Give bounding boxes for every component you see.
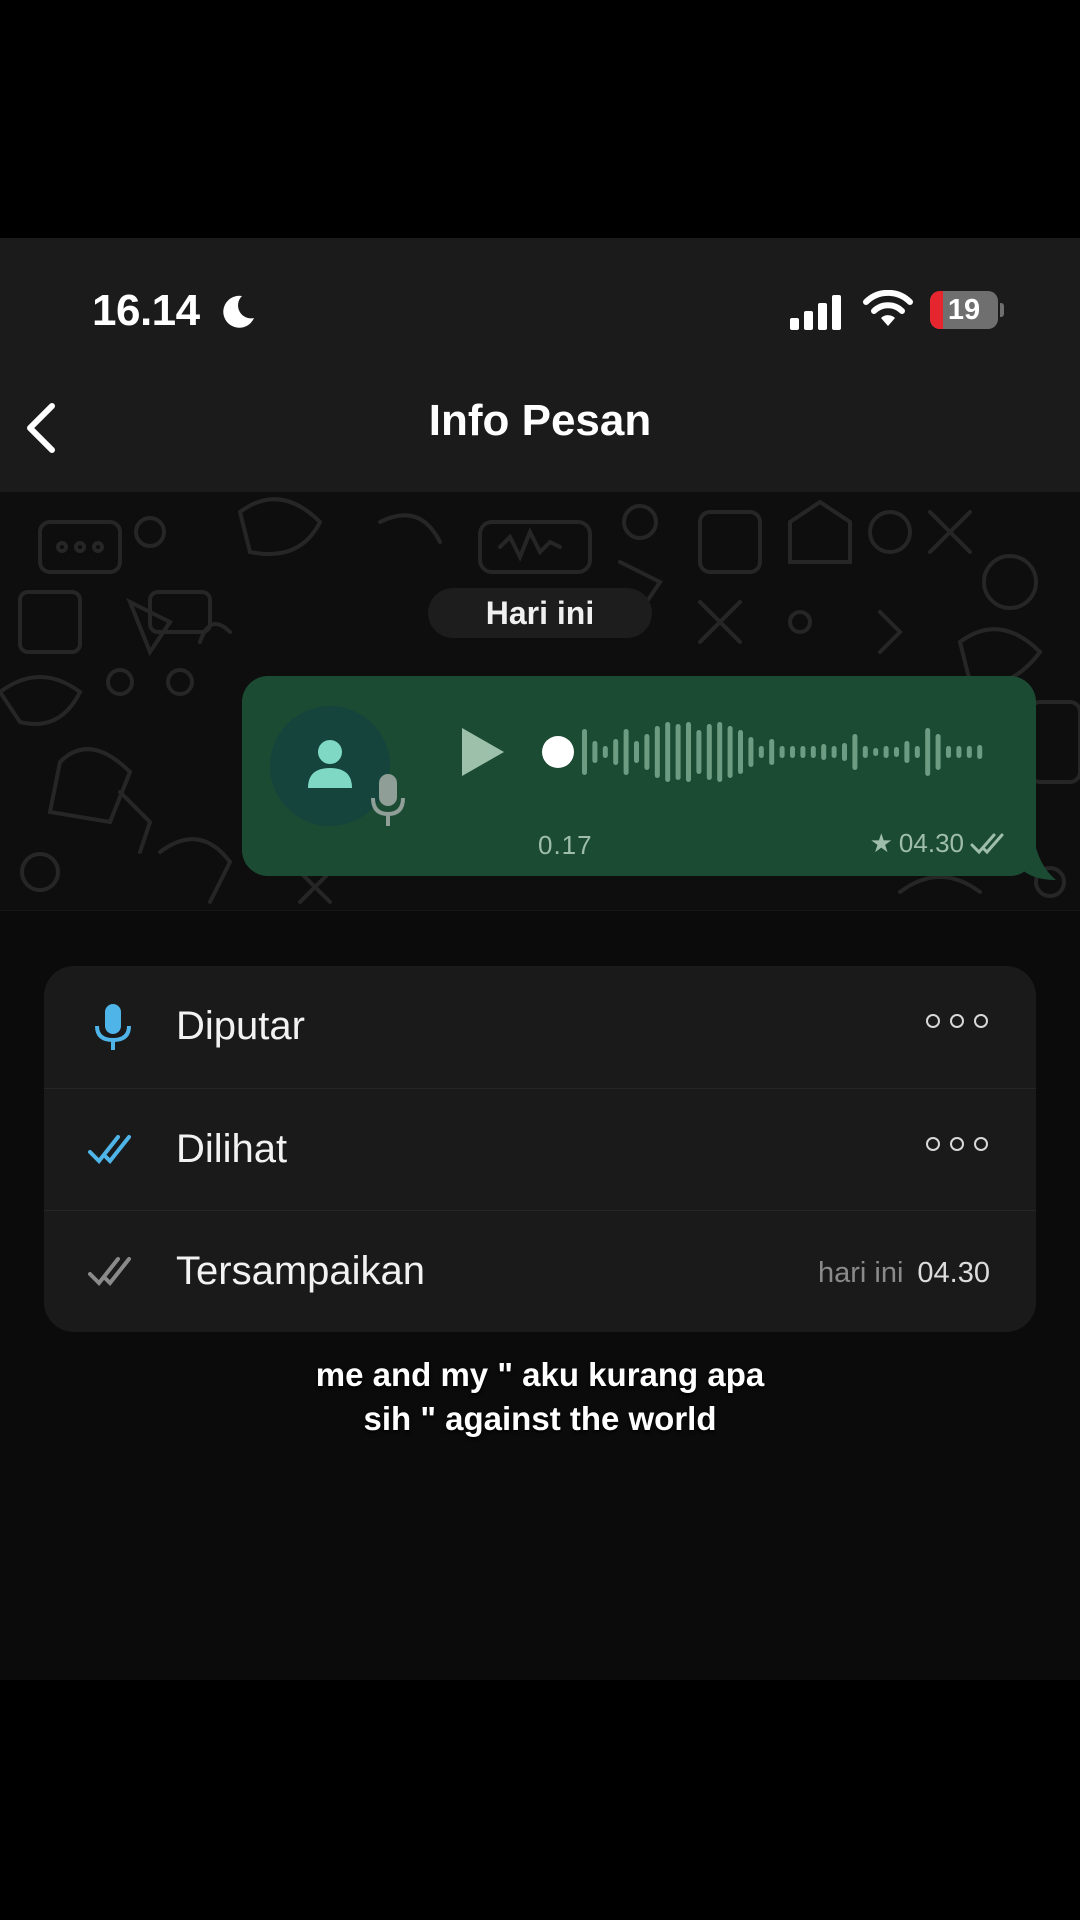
- video-caption: me and my " aku kurang apa sih " against…: [0, 1353, 1080, 1441]
- waveform-bar: [592, 741, 598, 763]
- waveform-bar: [623, 729, 629, 775]
- message-time: 04.30: [898, 828, 964, 858]
- info-row-label: Tersampaikan: [176, 1249, 426, 1293]
- info-row-label: Diputar: [176, 1004, 305, 1048]
- waveform-bar: [842, 743, 847, 761]
- waveform-bar: [821, 744, 827, 760]
- moon-icon: [223, 295, 254, 328]
- waveform-bar: [925, 728, 931, 776]
- delivered-timestamp: hari ini 04.30: [818, 1257, 990, 1290]
- battery-percent: 19: [947, 294, 981, 326]
- waveform-bar: [779, 746, 785, 758]
- waveform-bar: [675, 724, 681, 780]
- battery-icon: 19: [930, 291, 1004, 329]
- waveform-bar: [790, 746, 795, 758]
- caption-line-1: me and my " aku kurang apa: [315, 1356, 765, 1393]
- waveform-bar: [904, 741, 910, 763]
- pending-dots: [926, 1014, 988, 1028]
- waveform-bar: [582, 729, 587, 775]
- waveform-playhead: [542, 736, 574, 768]
- waveform-bar: [883, 746, 889, 758]
- date-chip: Hari ini: [428, 588, 652, 638]
- nav-bar: Info Pesan: [0, 358, 1080, 492]
- mic-icon: [95, 1004, 131, 1050]
- info-row-played[interactable]: Diputar: [44, 966, 1036, 1088]
- avatar-person-icon: [308, 740, 352, 788]
- waveform-bar: [966, 746, 972, 758]
- signal-bars-icon: [790, 295, 841, 330]
- waveform-bar: [748, 737, 754, 767]
- double-check-icon: [970, 833, 1004, 854]
- status-time: 16.14: [92, 286, 200, 335]
- message-info-card: Diputar Dilihat Tersampaikan hari ini 04.…: [44, 966, 1036, 1332]
- waveform-bar: [706, 724, 712, 780]
- voice-duration: 0.17: [538, 830, 593, 860]
- waveform[interactable]: [542, 716, 1002, 788]
- voice-message-bubble[interactable]: 0.17 ★ 04.30: [242, 676, 1036, 876]
- info-row-seen[interactable]: Dilihat: [44, 1088, 1036, 1211]
- wifi-icon: [863, 290, 913, 326]
- waveform-bar: [717, 722, 723, 782]
- message-meta: ★ 04.30: [870, 828, 1010, 859]
- info-row-label: Dilihat: [176, 1127, 288, 1171]
- info-row-delivered[interactable]: Tersampaikan hari ini 04.30: [44, 1210, 1036, 1332]
- waveform-bar: [810, 746, 816, 758]
- status-bar: 16.14 19: [0, 238, 1080, 358]
- star-icon: ★: [869, 828, 893, 858]
- waveform-bar: [831, 746, 837, 758]
- mic-icon: [371, 774, 405, 826]
- waveform-bar: [956, 746, 962, 758]
- waveform-bar: [800, 746, 806, 758]
- waveform-bar: [894, 747, 899, 757]
- delivered-time: 04.30: [917, 1257, 990, 1289]
- waveform-bar: [696, 730, 702, 774]
- play-icon[interactable]: [458, 726, 508, 778]
- waveform-bar: [977, 745, 983, 759]
- waveform-bar: [946, 746, 951, 758]
- waveform-bar: [665, 722, 671, 782]
- waveform-bar: [738, 730, 743, 774]
- waveform-bar: [602, 746, 608, 758]
- pending-dots: [926, 1137, 988, 1151]
- waveform-bar: [686, 722, 691, 782]
- waveform-bar: [654, 726, 660, 778]
- caption-line-2: sih " against the world: [363, 1400, 717, 1437]
- waveform-bar: [852, 734, 858, 770]
- chat-preview: Hari ini 0.17 ★ 04.30: [0, 492, 1080, 911]
- waveform-bar: [769, 739, 775, 765]
- waveform-bar: [644, 734, 650, 770]
- waveform-bar: [935, 734, 941, 770]
- waveform-bar: [862, 746, 868, 758]
- waveform-bar: [873, 748, 879, 756]
- waveform-bar: [914, 746, 920, 758]
- waveform-bar: [613, 739, 619, 765]
- page-title: Info Pesan: [428, 396, 652, 445]
- waveform-bar: [727, 726, 733, 778]
- phone-screen: 16.14 19 Info Pesan Hari ini 0.17 ★ 04.3…: [0, 238, 1080, 1680]
- double-check-icon: [88, 1135, 131, 1165]
- delivered-day: hari ini: [817, 1257, 904, 1289]
- double-check-icon: [88, 1257, 131, 1287]
- waveform-bar: [758, 746, 764, 758]
- waveform-bar: [634, 741, 639, 763]
